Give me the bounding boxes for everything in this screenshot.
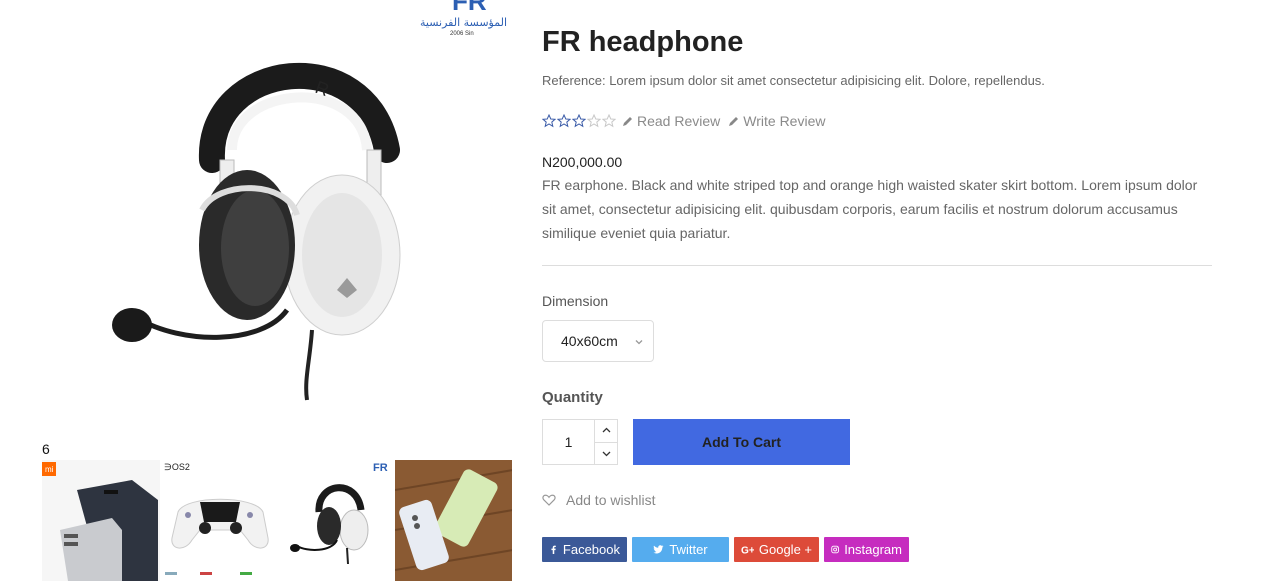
star-filled-icon	[557, 114, 571, 128]
svg-text:FR: FR	[373, 462, 388, 474]
social-share: Facebook Twitter G+ Google + Instagram	[542, 537, 909, 562]
star-rating	[542, 114, 616, 128]
brand-logo: FR المؤسسة الفرنسية 2006 Sin	[420, 0, 507, 37]
product-gallery: R FR المؤسسة الفرنسية 2006 Sin 6 mi ∋OS2…	[42, 0, 512, 581]
product-reference: Reference: Lorem ipsum dolor sit amet co…	[542, 73, 1045, 88]
thumb-phones[interactable]	[394, 460, 512, 581]
product-title: FR headphone	[542, 26, 744, 58]
facebook-label: Facebook	[562, 542, 620, 557]
facebook-icon	[551, 545, 556, 554]
facebook-share-button[interactable]: Facebook	[542, 537, 627, 562]
twitter-icon	[653, 545, 664, 554]
quantity-decrease-button[interactable]	[595, 441, 617, 465]
star-empty-icon	[602, 114, 616, 128]
read-review-label: Read Review	[637, 113, 721, 129]
read-review-link[interactable]: Read Review	[622, 113, 720, 129]
svg-text:FR: FR	[452, 0, 487, 16]
quantity-label: Quantity	[542, 389, 603, 406]
twitter-label: Twitter	[669, 542, 708, 557]
instagram-share-button[interactable]: Instagram	[824, 537, 909, 562]
dimension-select[interactable]: 40x60cm	[542, 320, 654, 362]
thumb-count: 6	[42, 441, 50, 457]
add-to-cart-button[interactable]: Add To Cart	[633, 419, 850, 465]
product-description: FR earphone. Black and white striped top…	[542, 177, 1198, 241]
instagram-label: Instagram	[844, 542, 902, 557]
pencil-icon	[729, 117, 739, 126]
add-to-wishlist-link[interactable]: Add to wishlist	[542, 492, 655, 508]
thumb-headset[interactable]: FR	[277, 460, 395, 581]
star-filled-icon	[542, 114, 556, 128]
product-price: N200,000.00	[542, 154, 623, 170]
star-empty-icon	[587, 114, 601, 128]
wishlist-label: Add to wishlist	[566, 492, 656, 508]
chevron-up-icon	[602, 427, 610, 433]
heart-icon	[542, 494, 556, 506]
google-plus-icon: G+	[741, 546, 754, 555]
star-filled-icon	[572, 114, 586, 128]
rating-row: Read Review Write Review	[542, 113, 833, 129]
pencil-icon	[623, 117, 632, 126]
headphone-image: R	[112, 62, 401, 401]
quantity-stepper	[542, 419, 618, 465]
quantity-buttons	[594, 420, 617, 464]
svg-text:∋OS2: ∋OS2	[164, 462, 190, 472]
thumb-power-bank[interactable]: mi	[42, 460, 160, 581]
instagram-icon	[831, 545, 839, 554]
thumb-controller[interactable]: ∋OS2	[159, 460, 277, 581]
chevron-down-icon	[602, 451, 610, 457]
google-plus-label: Google +	[758, 542, 812, 557]
write-review-link[interactable]: Write Review	[728, 113, 825, 129]
svg-text:G+: G+	[741, 546, 754, 555]
dimension-label: Dimension	[542, 293, 609, 309]
dimension-value: 40x60cm	[561, 333, 618, 349]
svg-text:المؤسسة الفرنسية: المؤسسة الفرنسية	[420, 16, 507, 29]
quantity-input[interactable]	[543, 420, 594, 464]
thumbnail-strip: mi ∋OS2 FR	[42, 460, 512, 581]
chevron-down-icon	[635, 340, 643, 345]
google-plus-share-button[interactable]: G+ Google +	[734, 537, 819, 562]
divider	[542, 265, 1212, 266]
svg-text:2006 Sin: 2006 Sin	[450, 31, 474, 37]
write-review-label: Write Review	[743, 113, 826, 129]
main-product-image[interactable]: R FR المؤسسة الفرنسية 2006 Sin	[42, 0, 512, 432]
quantity-increase-button[interactable]	[595, 420, 617, 442]
svg-text:mi: mi	[45, 465, 54, 474]
twitter-share-button[interactable]: Twitter	[632, 537, 729, 562]
